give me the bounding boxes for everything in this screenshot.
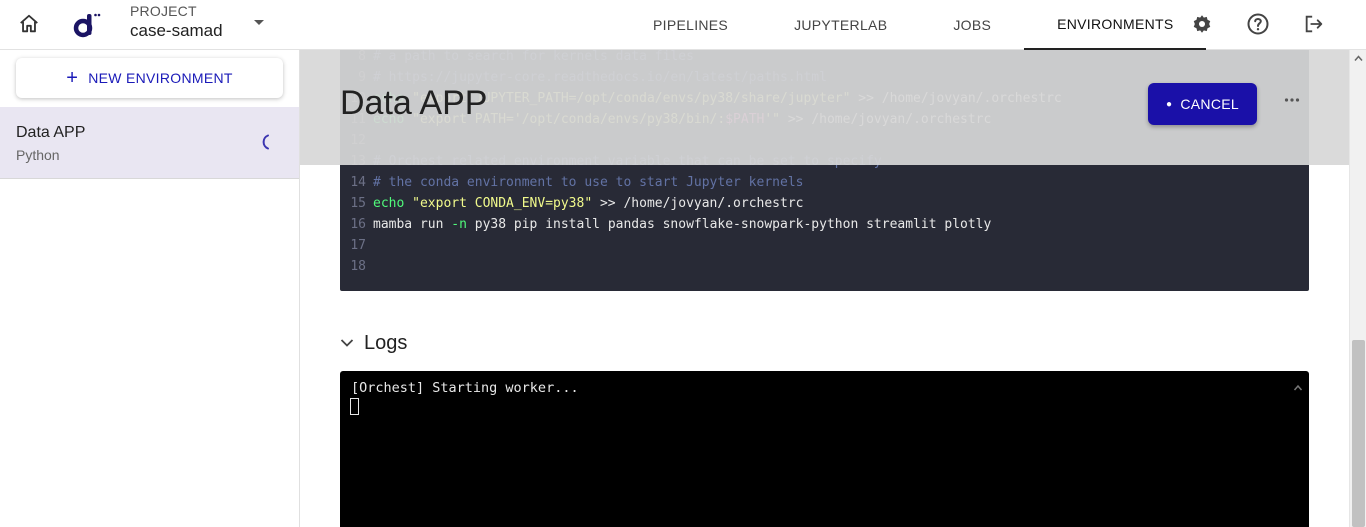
environment-detail: 8# a path to search for kernels data fil… [300,50,1349,527]
page-title: Data APP [340,84,488,122]
code-line: 16 mamba run -n py38 pip install pandas s… [340,214,1309,235]
log-line: [Orchest] Starting worker... [351,380,579,396]
home-icon [20,14,38,33]
scroll-up-icon[interactable] [1354,54,1363,63]
settings-icon [1193,15,1211,33]
page-scrollbar[interactable] [1349,50,1366,527]
main-nav: PIPELINES JUPYTERLAB JOBS ENVIRONMENTS [620,0,1207,50]
project-selector[interactable]: PROJECT case-samad [130,3,223,41]
cancel-label: CANCEL [1180,96,1239,112]
orchest-logo [73,13,101,38]
code-token: # the conda environment to use to start … [373,175,804,190]
code-line: 17 [340,235,1309,256]
line-number: 16 [350,217,366,232]
code-token: >> /home/jovyan/.orchestrc [592,196,804,211]
code-token: mamba run [373,217,452,232]
logout-icon [1305,15,1323,33]
line-number: 14 [350,175,366,190]
environment-language: Python [16,147,60,163]
code-token: py38 pip install pandas snowflake-snowpa… [466,217,992,232]
tab-environments[interactable]: ENVIRONMENTS [1024,0,1207,50]
terminal-cursor [350,398,359,415]
tab-jupyterlab[interactable]: JUPYTERLAB [761,0,920,50]
code-token: echo [373,196,413,211]
code-token: -n [451,217,467,232]
plus-icon: + [66,67,79,89]
chevron-down-icon [340,339,354,347]
environment-item-data-app[interactable]: Data APP Python [0,107,299,179]
line-number: 17 [350,238,366,253]
code-line: 14 # the conda environment to use to star… [340,172,1309,193]
project-name: case-samad [130,21,223,40]
help-icon [1247,13,1269,35]
caret-down-icon[interactable] [252,18,266,28]
new-environment-label: NEW ENVIRONMENT [88,70,233,86]
cancel-build-button[interactable]: ● CANCEL [1148,83,1257,125]
more-horizontal-icon [1284,98,1300,102]
environments-sidebar: + NEW ENVIRONMENT Data APP Python [0,50,300,527]
line-number: 15 [350,196,366,211]
settings-button[interactable] [1189,11,1215,37]
tab-pipelines[interactable]: PIPELINES [620,0,761,50]
top-bar: PROJECT case-samad PIPELINES JUPYTERLAB … [0,0,1366,50]
code-token: "export CONDA_ENV=py38" [412,196,593,211]
home-button[interactable] [14,9,44,39]
logs-toggle[interactable]: Logs [340,331,407,355]
logs-title: Logs [364,331,408,354]
building-spinner-icon [262,134,269,150]
line-number: 18 [350,259,366,274]
progress-dot-icon: ● [1166,98,1173,110]
logout-button[interactable] [1301,11,1327,37]
terminal-scroll-up-icon[interactable] [1293,383,1303,393]
project-label: PROJECT [130,3,197,19]
code-line: 18 [340,256,1309,277]
code-line: 15 echo "export CONDA_ENV=py38" >> /home/… [340,193,1309,214]
new-environment-button[interactable]: + NEW ENVIRONMENT [16,58,283,98]
tab-jobs[interactable]: JOBS [920,0,1024,50]
more-options-button[interactable] [1280,88,1304,112]
logs-terminal[interactable]: [Orchest] Starting worker... [340,371,1309,527]
environment-name: Data APP [16,124,86,141]
scrollbar-thumb[interactable] [1352,340,1365,527]
help-button[interactable] [1245,11,1271,37]
